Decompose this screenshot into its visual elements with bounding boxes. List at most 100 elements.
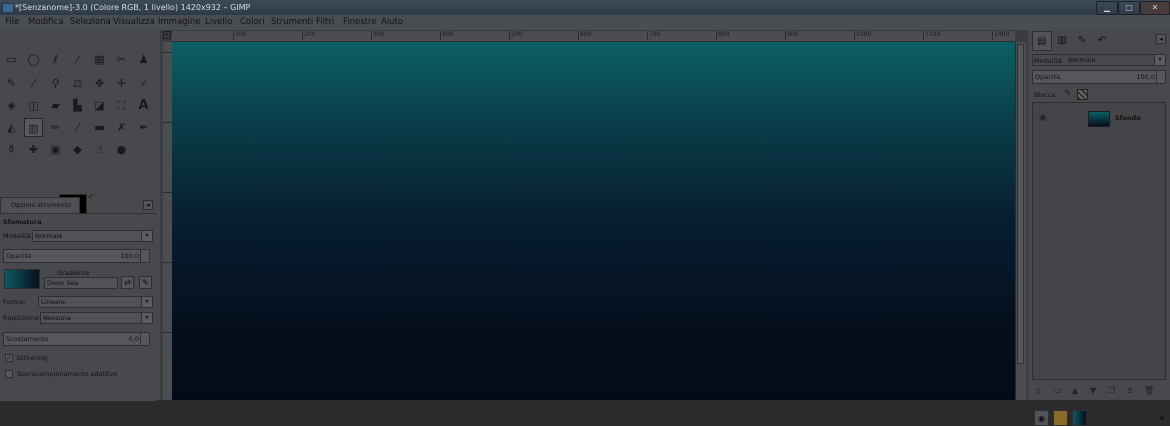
zoom-icon[interactable]: ⚲ xyxy=(46,74,65,93)
eye-icon[interactable]: ◉ xyxy=(1039,113,1047,123)
free-select-icon[interactable]: ℓ xyxy=(46,50,65,69)
menu-visualizza[interactable]: Visualizza xyxy=(113,15,155,30)
tab-tool-options[interactable]: Opzioni strumento xyxy=(0,197,80,213)
move-icon[interactable]: ✥ xyxy=(90,74,109,93)
layer-opacity-slider[interactable]: Opacità 100,0 xyxy=(1032,70,1166,84)
configure-tab-icon[interactable]: ◂ xyxy=(143,200,153,210)
new-layer-group-icon[interactable]: ▭ xyxy=(1054,386,1062,395)
gradients-tab-icon[interactable] xyxy=(1072,410,1087,426)
adaptive-supersampling-checkbox[interactable] xyxy=(5,370,13,378)
align-icon[interactable]: ✛ xyxy=(112,74,131,93)
minimize-button[interactable]: ▁ xyxy=(1096,1,1118,15)
layer-mode-combo[interactable]: Normale ▾ xyxy=(1032,54,1166,66)
image-canvas[interactable] xyxy=(172,42,1015,400)
blend-icon[interactable]: ▥ xyxy=(24,118,43,137)
rotate-icon[interactable]: ◈ xyxy=(2,96,21,115)
lock-pixels-icon[interactable]: ✎ xyxy=(1064,89,1072,99)
pencil-icon[interactable]: ✏ xyxy=(46,118,65,137)
eraser-icon[interactable]: ▬ xyxy=(90,118,109,137)
airbrush-icon[interactable]: ✗ xyxy=(112,118,131,137)
rect-select-icon[interactable]: ▭ xyxy=(2,50,21,69)
tool-options-panel: Sfumatura Modalità Normale ▾ Opacità 100… xyxy=(0,213,157,401)
crop-icon[interactable]: ⌿ xyxy=(134,74,153,93)
gimp-app-icon xyxy=(2,3,14,13)
lock-alpha-icon[interactable] xyxy=(1077,89,1088,100)
shape-combo[interactable]: Lineare ▾ xyxy=(38,296,153,308)
dodge-burn-icon[interactable]: ● xyxy=(112,140,131,159)
menu-file[interactable]: File xyxy=(5,15,19,30)
menu-filtri[interactable]: Filtri xyxy=(316,15,334,30)
menu-immagine[interactable]: Immagine xyxy=(158,15,201,30)
color-picker-icon[interactable]: ⁄ xyxy=(24,74,43,93)
mode-combo[interactable]: Normale ▾ xyxy=(32,230,153,242)
close-button[interactable]: ✕ xyxy=(1140,1,1170,15)
ink-icon[interactable]: ✒ xyxy=(134,118,153,137)
scale-icon[interactable]: ◫ xyxy=(24,96,43,115)
color-select-icon[interactable]: ▦ xyxy=(90,50,109,69)
bucket-fill-icon[interactable]: ◭ xyxy=(2,118,21,137)
configure-tab-icon[interactable]: ◂ xyxy=(1156,34,1166,44)
foreground-select-icon[interactable]: ♟ xyxy=(134,50,153,69)
repeat-combo[interactable]: Nessuna ▾ xyxy=(40,312,153,324)
configure-tab-icon[interactable]: ◂ xyxy=(1156,410,1166,426)
menu-livello[interactable]: Livello xyxy=(205,15,232,30)
anchor-layer-icon[interactable]: ⚓ xyxy=(1126,386,1133,395)
new-layer-icon[interactable]: ▯ xyxy=(1036,386,1040,395)
smudge-icon[interactable]: ☝ xyxy=(90,140,109,159)
lower-layer-icon[interactable]: ▼ xyxy=(1090,386,1096,395)
tab-channels[interactable]: ▥ xyxy=(1052,31,1072,51)
tab-paths[interactable]: ✎ xyxy=(1072,31,1092,51)
menu-colori[interactable]: Colori xyxy=(240,15,265,30)
menu-modifica[interactable]: Modifica xyxy=(28,15,64,30)
brushes-tab-icon[interactable]: ◉ xyxy=(1034,410,1049,426)
heal-icon[interactable]: ✚ xyxy=(24,140,43,159)
layer-mode-value: Normale xyxy=(1068,56,1096,64)
ruler-tick: 400 xyxy=(440,31,454,40)
opacity-slider[interactable]: Opacità 100,0 xyxy=(3,249,150,263)
vertical-scrollbar[interactable] xyxy=(1015,42,1026,400)
cage-transform-icon[interactable]: ⛶ xyxy=(112,96,131,115)
patterns-tab-icon[interactable] xyxy=(1053,410,1068,426)
text-icon[interactable]: A xyxy=(134,96,153,115)
tab-layers[interactable]: ▤ xyxy=(1032,31,1052,51)
clone-icon[interactable]: ⚱ xyxy=(2,140,21,159)
duplicate-layer-icon[interactable]: ❐ xyxy=(1108,386,1115,395)
measure-icon[interactable]: ⚖ xyxy=(68,74,87,93)
blur-icon[interactable]: ◆ xyxy=(68,140,87,159)
paintbrush-icon[interactable]: ⁄ xyxy=(68,118,87,137)
offset-slider[interactable]: Scostamento 0,0 xyxy=(3,332,150,346)
flip-icon[interactable]: ◪ xyxy=(90,96,109,115)
fuzzy-select-icon[interactable]: ⁄ xyxy=(68,50,87,69)
delete-layer-icon[interactable]: 🗑 xyxy=(1144,386,1154,395)
perspective-clone-icon[interactable]: ▣ xyxy=(46,140,65,159)
offset-spin[interactable] xyxy=(140,333,149,345)
menu-aiuto[interactable]: Aiuto xyxy=(381,15,403,30)
edit-gradient-icon[interactable]: ✎ xyxy=(139,276,152,289)
gradient-preview[interactable] xyxy=(4,269,40,289)
menu-strumenti[interactable]: Strumenti xyxy=(271,15,313,30)
layer-row[interactable]: ◉ Sfondo xyxy=(1033,109,1165,129)
ruler-tick xyxy=(163,332,172,333)
ellipse-select-icon[interactable]: ◯ xyxy=(24,50,43,69)
layer-opacity-spin[interactable] xyxy=(1156,71,1165,83)
ruler-tick: 1000 xyxy=(854,31,872,40)
maximize-button[interactable]: ▢ xyxy=(1118,1,1140,15)
menu-seleziona[interactable]: Seleziona xyxy=(70,15,111,30)
swap-colors-icon[interactable]: ↶ xyxy=(88,193,96,203)
reverse-gradient-icon[interactable]: ⇄ xyxy=(121,276,134,289)
paths-icon[interactable]: ✎ xyxy=(2,74,21,93)
mode-value: Normale xyxy=(35,232,63,240)
dithering-checkbox[interactable]: ✓ xyxy=(5,354,13,362)
quick-mask-menu-icon[interactable]: ▸ xyxy=(163,31,171,39)
ruler-tick xyxy=(163,52,172,53)
menu-finestre[interactable]: Finestre xyxy=(343,15,377,30)
scrollbar-thumb[interactable] xyxy=(1017,44,1024,364)
perspective-icon[interactable]: ▙ xyxy=(68,96,87,115)
horizontal-ruler[interactable]: 100 200 300 400 500 600 700 800 900 1000… xyxy=(172,31,1015,42)
scissors-select-icon[interactable]: ✂ xyxy=(112,50,131,69)
tab-undo[interactable]: ↶ xyxy=(1092,31,1112,51)
gradient-name-field[interactable]: Deep Sea xyxy=(44,277,118,289)
shear-icon[interactable]: ▰ xyxy=(46,96,65,115)
opacity-spin[interactable] xyxy=(140,250,149,262)
raise-layer-icon[interactable]: ▲ xyxy=(1072,386,1078,395)
